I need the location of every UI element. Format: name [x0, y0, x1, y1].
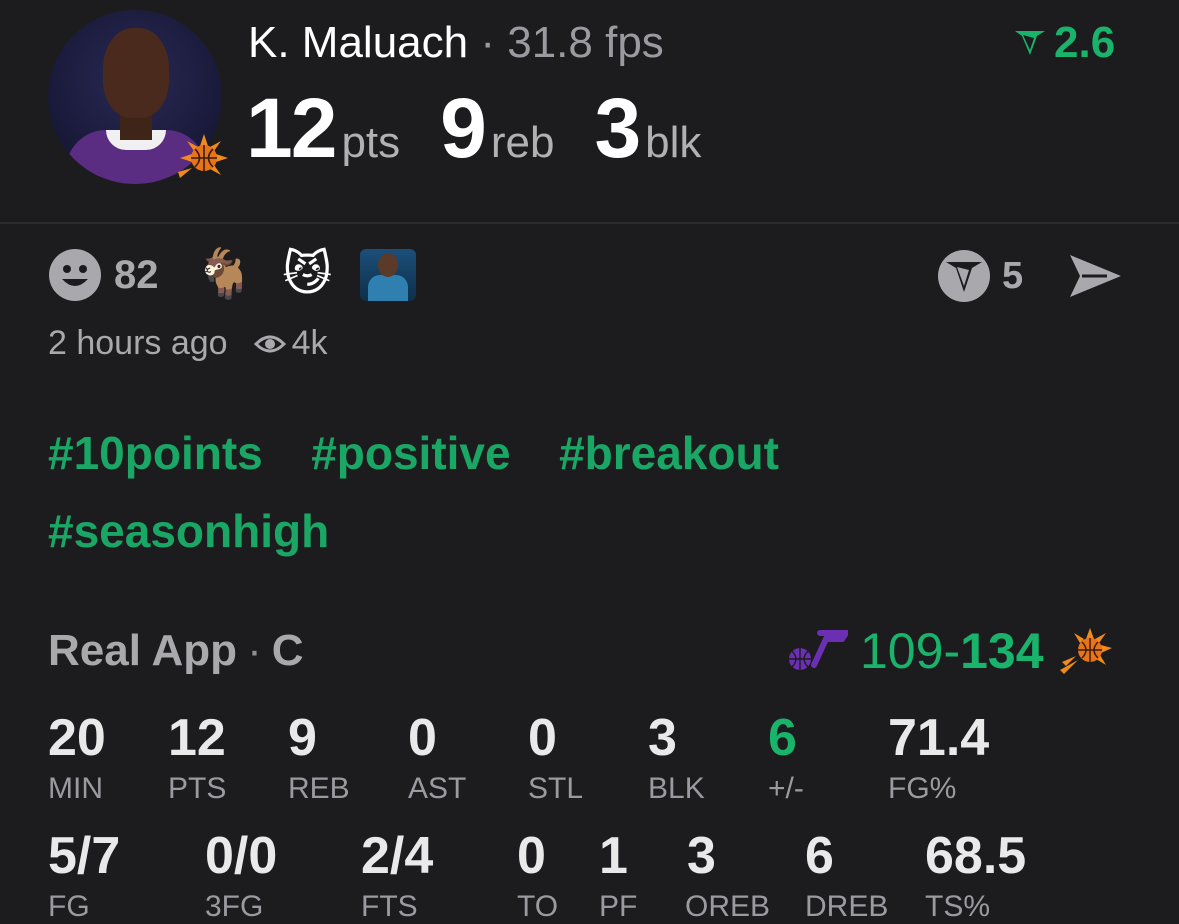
avatar-face — [103, 28, 169, 118]
real-rating-icon — [1012, 27, 1048, 59]
hashtag-list: #10points #positive #breakout #seasonhig… — [48, 426, 1048, 582]
reaction-count: 82 — [114, 252, 159, 297]
player-headline: K. Maluach · 31.8 fps — [248, 18, 664, 68]
stat-value: 6 — [805, 827, 834, 885]
eye-icon — [253, 332, 286, 356]
stat-value: 3 — [648, 709, 677, 767]
player-reaction-image[interactable] — [360, 249, 417, 301]
stat-oreb: 3 OREB — [685, 826, 770, 924]
stat-label: 3FG — [205, 890, 264, 923]
stat-3fg: 0/0 3FG — [205, 826, 277, 924]
jazz-logo-icon — [786, 629, 848, 673]
view-count: 4k — [291, 324, 328, 362]
stat-value: 9 — [288, 709, 317, 767]
stat-label: PTS — [168, 772, 227, 805]
stat-label: OREB — [685, 890, 771, 923]
headline-blocks-value: 3 — [594, 81, 641, 175]
headline-points-unit: pts — [341, 118, 401, 167]
stat-label: PF — [599, 890, 638, 923]
cat-emoji[interactable]: 😼 — [282, 248, 332, 302]
time-ago: 2 hours ago — [48, 324, 228, 362]
stat-label: STL — [528, 772, 584, 805]
stat-value: 12 — [168, 709, 226, 767]
stat-plus-minus: 6 +/- — [768, 708, 804, 806]
player-rating[interactable]: 2.6 — [1012, 18, 1115, 68]
stat-value: 2/4 — [361, 827, 434, 885]
game-score[interactable]: 109-134 — [786, 622, 1114, 680]
reactions-row: 82 🐐 😼 — [48, 248, 417, 302]
share-group: 5 — [936, 248, 1123, 304]
stat-label: TS% — [925, 890, 991, 923]
stat-dreb: 6 DREB — [805, 826, 888, 924]
stat-ast: 0 AST — [408, 708, 466, 806]
stat-ts-pct: 68.5 TS% — [925, 826, 1026, 924]
fantasy-points: 31.8 fps — [507, 18, 664, 67]
stat-pts: 12 PTS — [168, 708, 226, 806]
headline-rebounds-value: 9 — [440, 81, 487, 175]
stat-label: TO — [517, 890, 559, 923]
stat-value: 0/0 — [205, 827, 278, 885]
stat-value: 0 — [517, 827, 546, 885]
headline-rebounds-unit: reb — [490, 118, 555, 167]
player-position: C — [271, 626, 304, 675]
stat-fts: 2/4 FTS — [361, 826, 433, 924]
suns-logo-icon — [1059, 626, 1114, 676]
stat-reb: 9 REB — [288, 708, 350, 806]
stat-label: BLK — [648, 772, 705, 805]
headline-blocks-unit: blk — [645, 118, 702, 167]
goat-emoji[interactable]: 🐐 — [195, 248, 255, 302]
stat-label: DREB — [805, 890, 889, 923]
stat-blk: 3 BLK — [648, 708, 705, 806]
smiley-icon[interactable] — [48, 248, 102, 302]
stat-label: REB — [288, 772, 350, 805]
stat-fg: 5/7 FG — [48, 826, 120, 924]
opponent-score: 109 — [860, 623, 944, 679]
stat-value: 68.5 — [925, 827, 1027, 885]
reaction-image-head — [378, 253, 399, 277]
stat-stl: 0 STL — [528, 708, 583, 806]
stat-label: MIN — [48, 772, 103, 805]
stat-label: FG — [48, 890, 90, 923]
name-separator: · — [480, 18, 495, 67]
rating-value: 2.6 — [1054, 18, 1116, 67]
real-app-icon[interactable] — [936, 248, 992, 304]
headline-points-value: 12 — [246, 81, 337, 175]
stat-source: Real App · C — [48, 626, 304, 676]
source-app: Real App — [48, 626, 238, 675]
stat-label: AST — [408, 772, 467, 805]
post-meta: 2 hours ago 4k — [48, 324, 328, 363]
reaction-image-body — [368, 275, 409, 301]
stat-value: 20 — [48, 709, 106, 767]
hashtag[interactable]: #seasonhigh — [48, 504, 329, 558]
stat-label: +/- — [768, 772, 804, 805]
stat-value: 0 — [528, 709, 557, 767]
stat-value: 0 — [408, 709, 437, 767]
stat-value: 71.4 — [888, 709, 990, 767]
player-name[interactable]: K. Maluach — [248, 18, 468, 67]
source-separator: · — [247, 626, 262, 675]
header-divider — [0, 222, 1179, 224]
hashtag[interactable]: #positive — [311, 426, 510, 480]
stat-value: 6 — [768, 709, 797, 767]
stat-to: 0 TO — [517, 826, 558, 924]
stat-value: 5/7 — [48, 827, 121, 885]
headline-stats: 12 pts 9 reb 3 blk — [246, 80, 741, 177]
stat-value: 3 — [687, 827, 716, 885]
score-dash: - — [943, 623, 961, 679]
stat-min: 20 MIN — [48, 708, 106, 806]
hashtag[interactable]: #breakout — [559, 426, 779, 480]
stat-label: FG% — [888, 772, 957, 805]
send-icon[interactable] — [1067, 251, 1123, 301]
suns-logo-icon — [178, 132, 230, 184]
share-count: 5 — [1002, 254, 1024, 297]
hashtag[interactable]: #10points — [48, 426, 263, 480]
stat-value: 1 — [599, 827, 628, 885]
team-score: 134 — [960, 623, 1044, 679]
stat-label: FTS — [361, 890, 418, 923]
stat-fg-pct: 71.4 FG% — [888, 708, 989, 806]
stat-pf: 1 PF — [599, 826, 637, 924]
